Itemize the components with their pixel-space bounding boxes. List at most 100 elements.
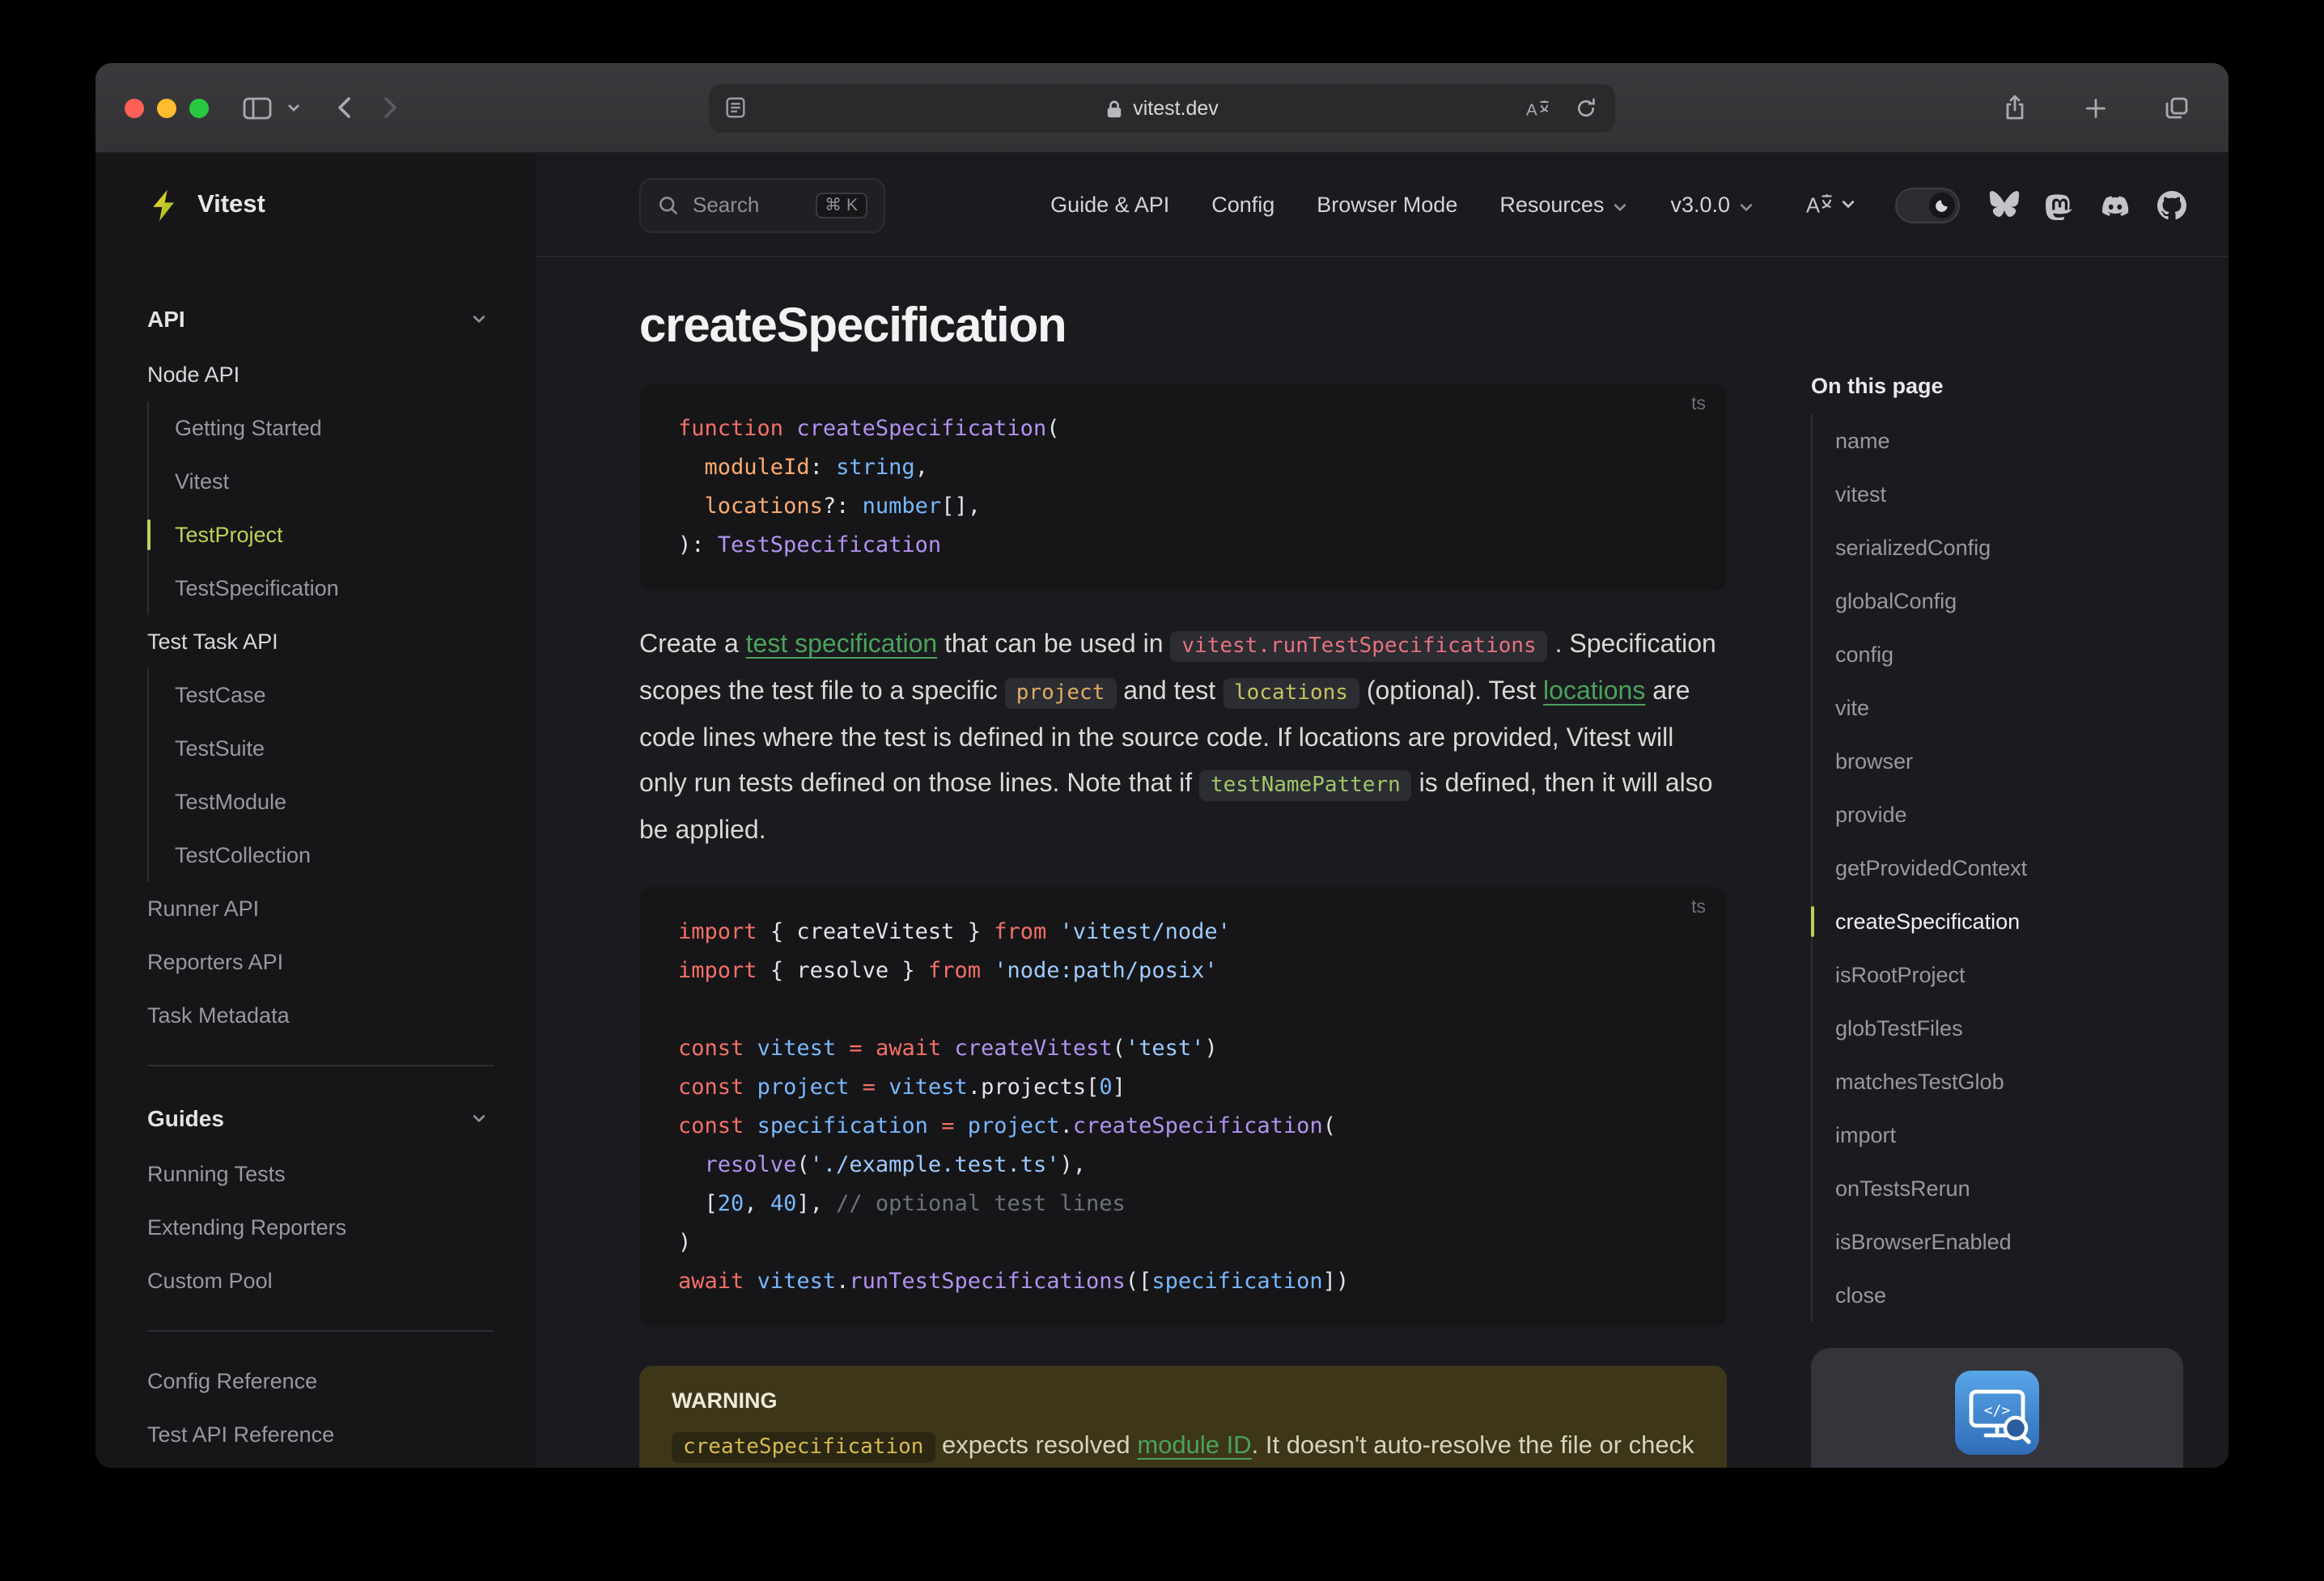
sidebar-menu-chevron[interactable] [280,87,306,129]
back-icon [338,97,350,118]
close-window-button[interactable] [125,98,144,117]
mastodon-icon [2046,190,2073,219]
sidebar-item-task-metadata[interactable]: Task Metadata [147,989,494,1042]
sidebar-item-node-api[interactable]: Node API [147,348,494,401]
bluesky-icon [1989,191,2020,218]
toc-item-ontestsrerun[interactable]: onTestsRerun [1813,1162,2183,1215]
sidebar-toggle-button[interactable] [235,87,280,129]
toc-item-vitest[interactable]: vitest [1813,468,2183,521]
sidebar-item-testmodule[interactable]: TestModule [147,775,494,829]
reload-button[interactable] [1571,95,1601,121]
sidebar-item-extending-reporters[interactable]: Extending Reporters [147,1201,494,1254]
warning-callout: WARNING createSpecification expects reso… [639,1366,1727,1468]
inline-link-locations[interactable]: locations [1543,678,1645,706]
translate-icon: A [1806,194,1832,218]
search-button[interactable]: Search ⌘ K [639,177,885,232]
new-tab-button[interactable] [2073,87,2118,129]
text-run: and test [1116,678,1223,706]
nav-links: Guide & API Config Browser Mode Resources v3… [1050,193,1754,217]
sidebar-item-runner-api[interactable]: Runner API [147,882,494,935]
search-label: Search [693,193,760,217]
screen-background: vitest.dev A Vitest API Node API Getting… [0,0,2324,1581]
language-menu-button[interactable]: A [1796,189,1866,220]
nav-link-guide-api[interactable]: Guide & API [1050,193,1169,217]
share-button[interactable] [1992,87,2038,129]
toc-item-config[interactable]: config [1813,628,2183,681]
toc-item-serializedconfig[interactable]: serializedConfig [1813,521,2183,574]
toc-item-createspecification[interactable]: createSpecification [1811,895,2183,948]
toc-item-getprovidedcontext[interactable]: getProvidedContext [1813,841,2183,895]
sidebar-item-vitest[interactable]: Vitest [147,455,494,508]
code-example[interactable]: import { createVitest } from 'vitest/nod… [639,913,1727,1301]
sidebar-item-getting-started[interactable]: Getting Started [147,401,494,455]
discord-link[interactable] [2099,192,2131,218]
github-link[interactable] [2157,190,2186,219]
toc-item-browser[interactable]: browser [1813,735,2183,788]
inline-link-test-specification[interactable]: test specification [746,631,938,659]
text-run: Create a [639,631,746,659]
nav-link-browser-mode[interactable]: Browser Mode [1317,193,1457,217]
zoom-window-button[interactable] [189,98,209,117]
sidebar-item-test-api-reference[interactable]: Test API Reference [147,1408,494,1461]
toc-item-isbrowserenabled[interactable]: isBrowserEnabled [1813,1215,2183,1269]
page-title: createSpecification [639,299,1067,353]
sponsor-card[interactable]: </> [1811,1348,2183,1468]
inline-link-module-id[interactable]: module ID [1137,1432,1251,1460]
site-navbar: Search ⌘ K Guide & API Config Browser Mode… [536,154,2229,257]
bluesky-link[interactable] [1989,191,2020,218]
chevron-down-icon [471,1110,487,1126]
share-icon [2006,95,2024,120]
sidebar-item-custom-pool[interactable]: Custom Pool [147,1254,494,1308]
toc-item-close[interactable]: close [1813,1269,2183,1322]
sidebar-item-testcase[interactable]: TestCase [147,668,494,722]
sidebar-section-api[interactable]: API [147,290,494,348]
nav-link-config[interactable]: Config [1211,193,1274,217]
reload-icon [1577,98,1595,117]
site: Vitest API Node API Getting Started Vitest T… [95,154,2229,1468]
forward-button[interactable] [367,87,413,129]
page-settings-icon[interactable] [723,95,748,125]
sidebar-item-running-tests[interactable]: Running Tests [147,1147,494,1201]
sidebar-divider [147,1065,494,1066]
toc-list: name vitest serializedConfig globalConfig co… [1811,414,2183,1322]
sidebar-item-test-task-api[interactable]: Test Task API [147,615,494,668]
sidebar-item-testsuite[interactable]: TestSuite [147,722,494,775]
social-links [1989,190,2186,219]
sidebar-item-config-reference[interactable]: Config Reference [147,1354,494,1408]
toc-item-vite[interactable]: vite [1813,681,2183,735]
toc-item-provide[interactable]: provide [1813,788,2183,841]
inline-code: locations [1223,678,1359,709]
translate-button[interactable]: A [1523,95,1552,121]
toc-item-name[interactable]: name [1813,414,2183,468]
svg-text:</>: </> [1984,1402,2011,1419]
search-shortcut: ⌘ K [815,192,867,218]
sidebar: Vitest API Node API Getting Started Vitest T… [95,154,536,1468]
sidebar-item-testproject[interactable]: TestProject [147,508,494,562]
nav-extras: A [1796,187,2186,223]
mastodon-link[interactable] [2046,190,2073,219]
nav-link-v3-0-0[interactable]: v3.0.0 [1670,193,1754,217]
toc-item-matchestestglob[interactable]: matchesTestGlob [1813,1055,2183,1108]
toc-item-import[interactable]: import [1813,1108,2183,1162]
site-logo[interactable]: Vitest [95,154,536,257]
code-signature[interactable]: function createSpecification( moduleId: … [639,409,1727,565]
toc-item-globalconfig[interactable]: globalConfig [1813,574,2183,628]
toc-title: On this page [1811,374,1944,398]
sidebar-item-testspecification[interactable]: TestSpecification [147,562,494,615]
sidebar-item-reporters-api[interactable]: Reporters API [147,935,494,989]
theme-toggle[interactable] [1895,187,1960,223]
toc-item-globtestfiles[interactable]: globTestFiles [1813,1002,2183,1055]
lock-icon [1105,98,1123,119]
chevron-down-icon [1612,198,1628,214]
nav-link-resources[interactable]: Resources [1499,193,1628,217]
minimize-window-button[interactable] [157,98,176,117]
toc-item-isrootproject[interactable]: isRootProject [1813,948,2183,1002]
sidebar-section-guides[interactable]: Guides [147,1089,494,1147]
tab-overview-button[interactable] [2154,87,2199,129]
translate-icon: A [1525,100,1548,119]
forward-icon [384,97,397,118]
sidebar-item-testcollection[interactable]: TestCollection [147,829,494,882]
back-button[interactable] [322,87,367,129]
address-bar[interactable]: vitest.dev A [709,84,1615,133]
inline-code: testNamePattern [1198,770,1412,801]
